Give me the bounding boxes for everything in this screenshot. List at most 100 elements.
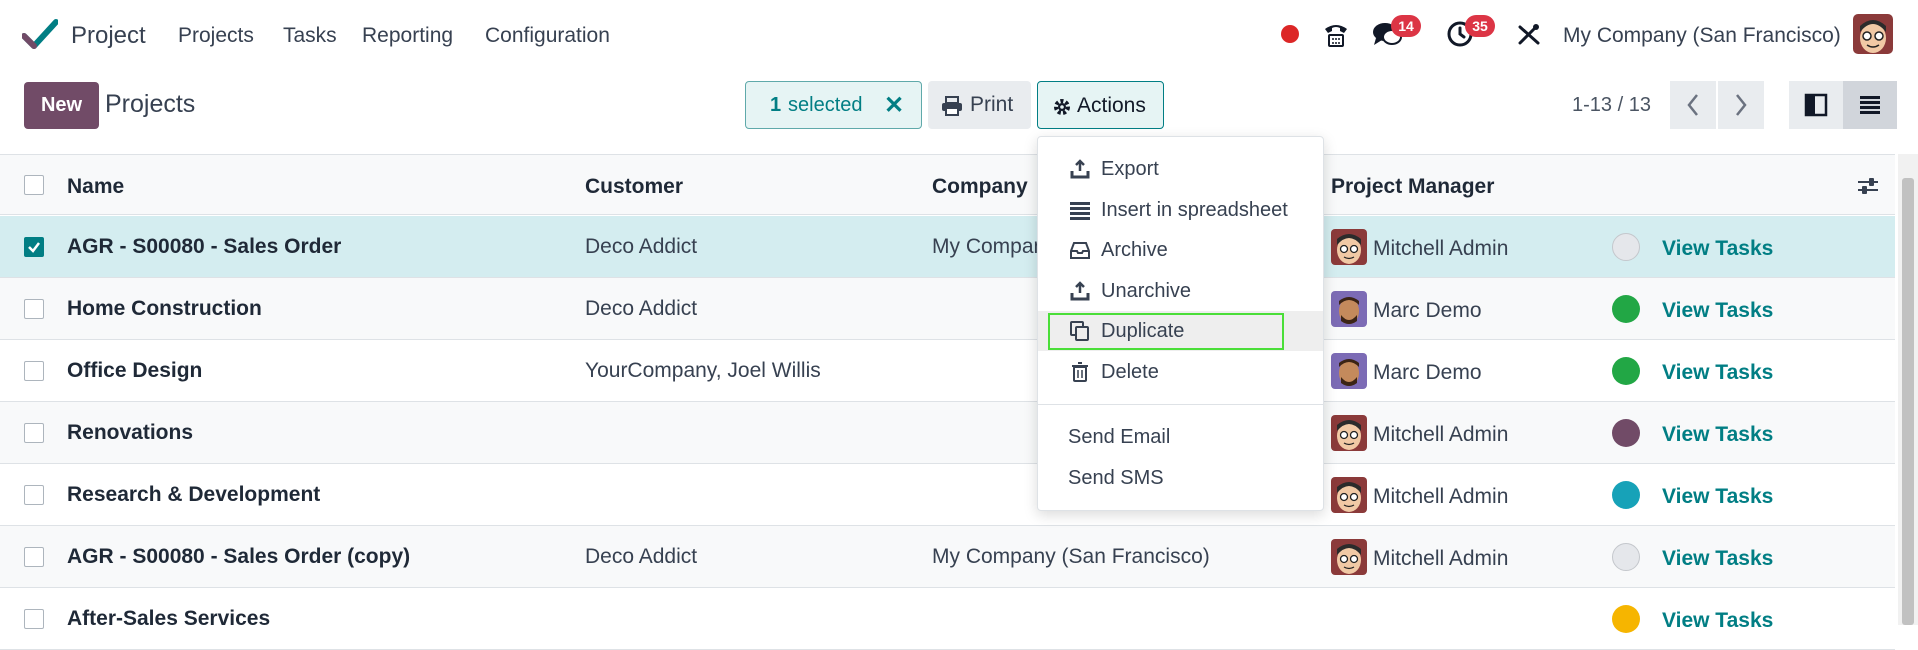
project-name[interactable]: Renovations xyxy=(67,421,193,445)
status-color-dot[interactable] xyxy=(1612,419,1640,447)
menu-item-label: Export xyxy=(1101,158,1159,180)
table-row[interactable]: AGR - S00080 - Sales Order (copy) Deco Ad… xyxy=(0,526,1895,588)
manager-avatar xyxy=(1331,415,1367,451)
selection-indicator: 1 selected ✕ xyxy=(745,81,922,129)
manager-avatar xyxy=(1331,291,1367,327)
project-customer: Deco Addict xyxy=(585,545,698,568)
view-tasks-button[interactable]: View Tasks xyxy=(1662,547,1773,571)
view-tasks-button[interactable]: View Tasks xyxy=(1662,361,1773,385)
project-customer: Deco Addict xyxy=(585,297,698,320)
column-settings-icon[interactable] xyxy=(1856,175,1880,197)
column-company[interactable]: Company xyxy=(932,175,1028,199)
pager-value[interactable]: 1-13 / 13 xyxy=(1572,94,1651,117)
menu-item-send-email[interactable]: Send Email xyxy=(1068,426,1170,449)
archive-icon xyxy=(1070,242,1090,259)
print-icon xyxy=(942,96,962,116)
select-all-checkbox[interactable] xyxy=(24,175,44,195)
list-view-button[interactable] xyxy=(1843,81,1897,129)
status-color-dot[interactable] xyxy=(1612,543,1640,571)
view-tasks-button[interactable]: View Tasks xyxy=(1662,485,1773,509)
view-tasks-button[interactable]: View Tasks xyxy=(1662,423,1773,447)
menu-item-export[interactable]: Export xyxy=(1038,149,1323,189)
chevron-left-icon xyxy=(1687,94,1698,116)
project-name[interactable]: AGR - S00080 - Sales Order xyxy=(67,235,341,259)
project-manager: Mitchell Admin xyxy=(1373,237,1509,260)
scrollbar[interactable] xyxy=(1898,154,1918,625)
activity-badge: 35 xyxy=(1465,15,1495,37)
table-row[interactable]: After-Sales Services View Tasks xyxy=(0,588,1895,650)
menu-configuration[interactable]: Configuration xyxy=(485,24,610,48)
table-row[interactable]: Research & Development Mitchell Admin View… xyxy=(0,464,1895,526)
table-row[interactable]: Home Construction Deco Addict Marc Demo Vie… xyxy=(0,278,1895,340)
view-tasks-button[interactable]: View Tasks xyxy=(1662,299,1773,323)
menu-item-archive[interactable]: Archive xyxy=(1038,230,1323,270)
manager-avatar xyxy=(1331,539,1367,575)
project-name[interactable]: After-Sales Services xyxy=(67,607,270,631)
menu-item-insert-spreadsheet[interactable]: Insert in spreadsheet xyxy=(1038,190,1323,230)
menu-tasks[interactable]: Tasks xyxy=(283,24,337,48)
view-tasks-button[interactable]: View Tasks xyxy=(1662,237,1773,261)
row-checkbox[interactable] xyxy=(24,423,44,443)
row-checkbox[interactable] xyxy=(24,361,44,381)
project-name[interactable]: Research & Development xyxy=(67,483,320,507)
project-company: My Company (San Francisco) xyxy=(932,545,1210,568)
pager-next-button[interactable] xyxy=(1718,81,1764,129)
menu-item-delete[interactable]: Delete xyxy=(1038,352,1323,392)
print-button[interactable]: Print xyxy=(928,81,1031,129)
row-checkbox[interactable] xyxy=(24,299,44,319)
row-checkbox[interactable] xyxy=(24,547,44,567)
selected-count: 1 xyxy=(770,94,782,116)
project-manager: Marc Demo xyxy=(1373,299,1482,322)
user-avatar[interactable] xyxy=(1853,14,1893,54)
project-manager: Mitchell Admin xyxy=(1373,485,1509,508)
project-name[interactable]: Office Design xyxy=(67,359,202,383)
row-checkbox[interactable] xyxy=(24,609,44,629)
view-tasks-button[interactable]: View Tasks xyxy=(1662,609,1773,633)
row-checkbox[interactable] xyxy=(24,237,44,257)
menu-projects[interactable]: Projects xyxy=(178,24,254,48)
status-color-dot[interactable] xyxy=(1612,233,1640,261)
phone-icon[interactable] xyxy=(1322,20,1350,48)
row-checkbox[interactable] xyxy=(24,485,44,505)
status-color-dot[interactable] xyxy=(1612,295,1640,323)
record-dot-icon[interactable] xyxy=(1281,25,1299,43)
app-name[interactable]: Project xyxy=(71,22,146,50)
manager-avatar xyxy=(1331,353,1367,389)
table-row[interactable]: Renovations Mitchell Admin View Tasks xyxy=(0,402,1895,464)
odoo-check-logo[interactable] xyxy=(22,18,58,52)
menu-item-duplicate[interactable]: Duplicate xyxy=(1038,311,1323,351)
duplicate-icon xyxy=(1070,321,1089,341)
project-manager: Marc Demo xyxy=(1373,361,1482,384)
clear-selection-button[interactable]: ✕ xyxy=(884,91,904,120)
spreadsheet-icon xyxy=(1070,202,1090,220)
new-button[interactable]: New xyxy=(24,82,99,129)
kanban-view-icon xyxy=(1804,93,1828,117)
kanban-view-button[interactable] xyxy=(1789,81,1843,129)
project-name[interactable]: Home Construction xyxy=(67,297,262,321)
menu-item-unarchive[interactable]: Unarchive xyxy=(1038,271,1323,311)
status-color-dot[interactable] xyxy=(1612,357,1640,385)
menu-item-send-sms[interactable]: Send SMS xyxy=(1068,467,1164,490)
chat-badge: 14 xyxy=(1391,15,1421,37)
table-row[interactable]: Office Design YourCompany, Joel Willis Mar… xyxy=(0,340,1895,402)
column-customer[interactable]: Customer xyxy=(585,175,683,199)
trash-icon xyxy=(1072,362,1088,382)
pager-previous-button[interactable] xyxy=(1670,81,1716,129)
company-switcher[interactable]: My Company (San Francisco) xyxy=(1563,24,1841,48)
status-color-dot[interactable] xyxy=(1612,481,1640,509)
export-icon xyxy=(1070,159,1090,179)
status-color-dot[interactable] xyxy=(1612,605,1640,633)
scrollbar-thumb[interactable] xyxy=(1902,178,1914,625)
actions-label: Actions xyxy=(1077,94,1146,117)
tools-icon[interactable] xyxy=(1516,21,1542,47)
menu-item-label: Delete xyxy=(1101,361,1159,383)
column-name[interactable]: Name xyxy=(67,175,124,199)
column-project-manager[interactable]: Project Manager xyxy=(1331,175,1494,199)
project-manager: Mitchell Admin xyxy=(1373,547,1509,570)
menu-reporting[interactable]: Reporting xyxy=(362,24,453,48)
actions-button[interactable]: Actions xyxy=(1037,81,1164,129)
menu-item-label: Unarchive xyxy=(1101,280,1192,302)
top-navbar: Project Projects Tasks Reporting Configu… xyxy=(0,0,1918,70)
project-name[interactable]: AGR - S00080 - Sales Order (copy) xyxy=(67,545,410,569)
table-row[interactable]: AGR - S00080 - Sales Order Deco Addict My … xyxy=(0,216,1895,278)
